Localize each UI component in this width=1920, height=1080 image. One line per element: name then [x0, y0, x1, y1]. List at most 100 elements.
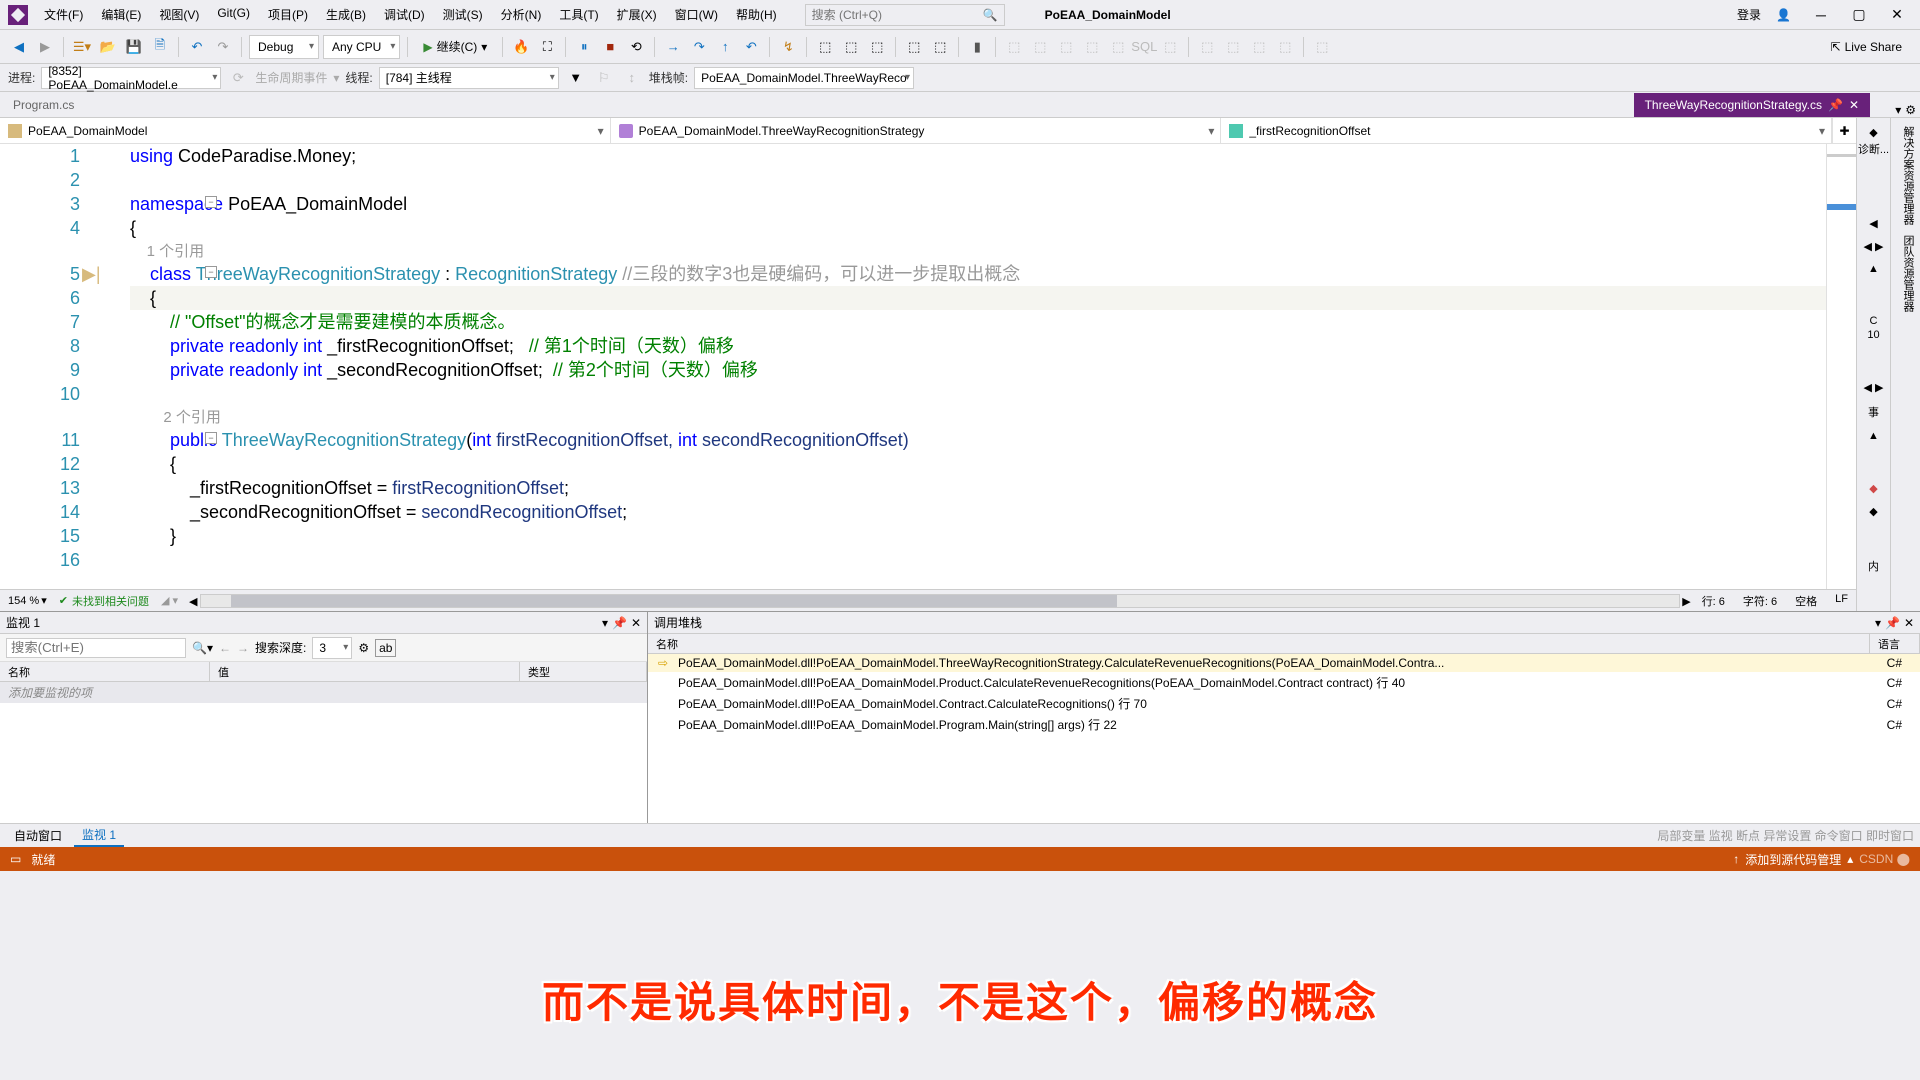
- menu-test[interactable]: 测试(S): [435, 2, 491, 27]
- watch-col-value[interactable]: 值: [210, 662, 520, 681]
- nav-class[interactable]: PoEAA_DomainModel.ThreeWayRecognitionStr…: [611, 118, 1222, 143]
- back-icon[interactable]: ◀: [8, 36, 30, 58]
- step-out-icon[interactable]: ↑: [714, 36, 736, 58]
- config-combo[interactable]: Debug: [249, 35, 319, 59]
- screenshot-icon[interactable]: ⛶: [536, 36, 558, 58]
- menu-edit[interactable]: 编辑(E): [93, 2, 149, 27]
- menu-window[interactable]: 窗口(W): [667, 2, 726, 27]
- ext1-icon[interactable]: ⬚: [1003, 36, 1025, 58]
- ext3-icon[interactable]: ⬚: [1055, 36, 1077, 58]
- platform-combo[interactable]: Any CPU: [323, 35, 400, 59]
- ext10-icon[interactable]: ⬚: [1248, 36, 1270, 58]
- pause-icon[interactable]: ⏸: [573, 36, 595, 58]
- toggle-icon[interactable]: ↕: [621, 67, 643, 89]
- code-editor[interactable]: 1 2 3 4 5 6 7 8 9 10 11 12 13 14 15 16 −: [0, 144, 1856, 589]
- watch-placeholder-row[interactable]: 添加要监视的项: [0, 682, 647, 703]
- tab-program[interactable]: Program.cs: [2, 93, 85, 117]
- solution-explorer-tab[interactable]: 解决方案资源管理器: [1895, 126, 1916, 225]
- ext5-icon[interactable]: ⬚: [1107, 36, 1129, 58]
- menu-analyze[interactable]: 分析(N): [493, 2, 550, 27]
- fold-icon[interactable]: −: [205, 432, 217, 444]
- stop-icon[interactable]: ■: [599, 36, 621, 58]
- live-share-button[interactable]: ⇱ Live Share: [1821, 40, 1912, 54]
- scrollbar-overview[interactable]: [1826, 144, 1856, 589]
- menu-tools[interactable]: 工具(T): [551, 2, 606, 27]
- tab-watch1[interactable]: 监视 1: [74, 824, 124, 847]
- nav2-icon[interactable]: ◀ ▶: [1864, 381, 1884, 394]
- events-label[interactable]: 事: [1868, 404, 1879, 420]
- forward-icon[interactable]: ▶: [34, 36, 56, 58]
- menu-debug[interactable]: 调试(D): [376, 2, 433, 27]
- h-scrollbar[interactable]: ◀▶: [200, 594, 1680, 608]
- callstack-body[interactable]: ⇨ PoEAA_DomainModel.dll!PoEAA_DomainMode…: [648, 654, 1920, 823]
- stack-row[interactable]: PoEAA_DomainModel.dll!PoEAA_DomainModel.…: [648, 672, 1920, 693]
- stack-row[interactable]: PoEAA_DomainModel.dll!PoEAA_DomainModel.…: [648, 693, 1920, 714]
- indent-icon[interactable]: ⬚: [903, 36, 925, 58]
- minimize-button[interactable]: ─: [1806, 5, 1836, 25]
- nav-split-icon[interactable]: ✚: [1832, 118, 1856, 143]
- process-combo[interactable]: [8352] PoEAA_DomainModel.e: [41, 67, 221, 89]
- panel-close-icon[interactable]: ✕: [1904, 616, 1914, 630]
- tabs-gear-icon[interactable]: ⚙: [1905, 103, 1916, 117]
- pin-icon[interactable]: 📌: [1828, 98, 1843, 112]
- search-input[interactable]: [812, 8, 998, 22]
- fold-icon[interactable]: −: [205, 266, 217, 278]
- watch-col-name[interactable]: 名称: [0, 662, 210, 681]
- ext6-icon[interactable]: SQL: [1133, 36, 1155, 58]
- watch-body[interactable]: 添加要监视的项: [0, 682, 647, 823]
- toggle-bp-icon[interactable]: ⬚: [814, 36, 836, 58]
- lifecycle-icon[interactable]: ⟳: [227, 67, 249, 89]
- maximize-button[interactable]: ▢: [1844, 5, 1874, 25]
- line-ending[interactable]: LF: [1835, 593, 1848, 609]
- mem-label[interactable]: 内: [1868, 558, 1879, 574]
- panel-pin-icon[interactable]: 📌: [1885, 616, 1900, 630]
- diagnostics-tab[interactable]: ◆诊断...: [1858, 126, 1889, 157]
- nav3-icon[interactable]: ▲: [1868, 430, 1879, 442]
- run-to-icon[interactable]: ↯: [777, 36, 799, 58]
- restart-icon[interactable]: ⟲: [625, 36, 647, 58]
- src-control-icon[interactable]: ↑: [1733, 852, 1739, 866]
- ext4-icon[interactable]: ⬚: [1081, 36, 1103, 58]
- issues-status[interactable]: ✔ 未找到相关问题: [59, 593, 149, 609]
- nav-scope[interactable]: PoEAA_DomainModel: [0, 118, 611, 143]
- fold-icon[interactable]: −: [205, 196, 217, 208]
- flag-icon[interactable]: ⚐: [593, 67, 615, 89]
- filter2-icon[interactable]: ⚙: [358, 641, 369, 655]
- undo-icon[interactable]: ↶: [186, 36, 208, 58]
- add-source-control[interactable]: 添加到源代码管理: [1745, 851, 1841, 868]
- stack-col-lang[interactable]: 语言: [1870, 634, 1920, 653]
- watch-search-input[interactable]: [6, 638, 186, 658]
- menu-view[interactable]: 视图(V): [151, 2, 207, 27]
- outdent-icon[interactable]: ⬚: [929, 36, 951, 58]
- nav-down-icon[interactable]: ▲: [1868, 263, 1879, 275]
- uncomment-icon[interactable]: ⬚: [866, 36, 888, 58]
- search2-icon[interactable]: 🔍▾: [192, 641, 213, 655]
- panel-dropdown-icon[interactable]: ▾: [602, 616, 608, 630]
- menu-help[interactable]: 帮助(H): [728, 2, 785, 27]
- depth-combo[interactable]: 3: [312, 637, 352, 659]
- ext9-icon[interactable]: ⬚: [1222, 36, 1244, 58]
- toggle2-icon[interactable]: ab: [375, 639, 396, 657]
- login-button[interactable]: 登录: [1737, 6, 1761, 23]
- close-button[interactable]: ✕: [1882, 5, 1912, 25]
- nav-back-icon[interactable]: ←: [219, 641, 231, 655]
- ext11-icon[interactable]: ⬚: [1274, 36, 1296, 58]
- redo-icon[interactable]: ↷: [212, 36, 234, 58]
- tab-threeway[interactable]: ThreeWayRecognitionStrategy.cs 📌 ✕: [1634, 93, 1870, 117]
- step-into-icon[interactable]: →: [662, 36, 684, 58]
- panel-pin-icon[interactable]: 📌: [612, 616, 627, 630]
- menu-extensions[interactable]: 扩展(X): [609, 2, 665, 27]
- watch-col-type[interactable]: 类型: [520, 662, 647, 681]
- code-content[interactable]: − − − using CodeParadise.Money; namespac…: [100, 144, 1826, 589]
- close-tab-icon[interactable]: ✕: [1849, 98, 1859, 112]
- ext7-icon[interactable]: ⬚: [1159, 36, 1181, 58]
- panel-close-icon[interactable]: ✕: [631, 616, 641, 630]
- comment-icon[interactable]: ⬚: [840, 36, 862, 58]
- menu-project[interactable]: 项目(P): [260, 2, 316, 27]
- nav-right-icon[interactable]: ◀ ▶: [1864, 240, 1884, 253]
- panel-dropdown-icon[interactable]: ▾: [1875, 616, 1881, 630]
- zoom-combo[interactable]: 154 % ▾: [8, 594, 47, 607]
- nav-member[interactable]: _firstRecognitionOffset: [1221, 118, 1832, 143]
- thread-combo[interactable]: [784] 主线程: [379, 67, 559, 89]
- new-icon[interactable]: ☰▾: [71, 36, 93, 58]
